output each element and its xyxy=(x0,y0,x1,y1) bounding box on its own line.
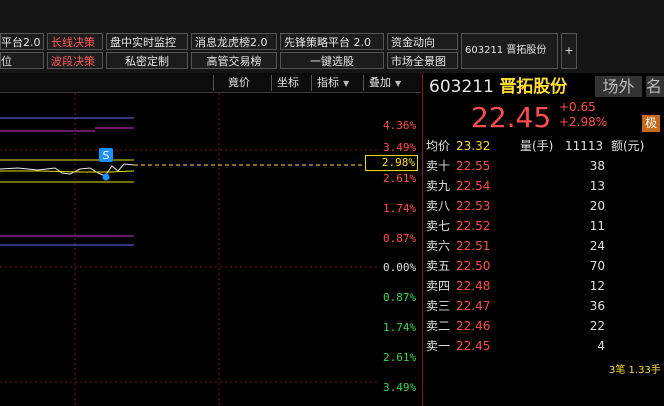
indicator-label: 指标 xyxy=(317,76,339,89)
ask-row[interactable]: 卖一 22.45 4 xyxy=(423,336,664,356)
ask-row[interactable]: 卖六 22.51 24 xyxy=(423,236,664,256)
add-tab-button[interactable]: + xyxy=(561,33,577,69)
ask-row[interactable]: 卖三 22.47 36 xyxy=(423,296,664,316)
price-line xyxy=(0,163,135,177)
ask-row[interactable]: 卖八 22.53 20 xyxy=(423,196,664,216)
ask-volume: 36 xyxy=(589,299,605,313)
signal-badge-label: S xyxy=(103,149,110,162)
summary-row: 均价 23.32 量(手) 11113 额(元) xyxy=(423,136,664,156)
intraday-chart[interactable]: S xyxy=(0,93,380,406)
ask-price: 22.47 xyxy=(456,299,491,313)
level-badge: 极 xyxy=(642,115,660,132)
pct-label: 4.36% xyxy=(383,119,417,132)
pct-label: 3.49% xyxy=(383,141,417,154)
quote-panel: 603211 晋拓股份 场外 名 22.45 +0.65 +2.98% 极 均价… xyxy=(422,73,664,406)
ask-level-label: 卖六 xyxy=(426,239,451,253)
avg-price-value: 23.32 xyxy=(456,139,491,153)
pct-label: 1.74% xyxy=(383,321,417,334)
ask-price: 22.52 xyxy=(456,219,491,233)
overlay-dropdown[interactable]: 叠加 ▼ xyxy=(363,75,419,91)
pct-label: 1.74% xyxy=(383,202,417,215)
ask-volume: 11 xyxy=(589,219,605,233)
toolbar-fund-flow-button[interactable]: 资金动向 xyxy=(387,33,458,50)
chevron-down-icon: ▼ xyxy=(395,79,402,88)
ask-level-label: 卖八 xyxy=(426,199,451,213)
ask-level-label: 卖一 xyxy=(426,339,451,353)
toolbar-platform-button[interactable]: 平台2.0 xyxy=(0,33,44,50)
trade-footer: 3笔 1.33手 xyxy=(609,365,661,376)
pct-label: 0.87% xyxy=(383,291,417,304)
indicator-dropdown[interactable]: 指标 ▼ xyxy=(311,75,363,91)
stock-code: 603211 xyxy=(429,77,494,97)
toolbar-swing-button[interactable]: 波段决策 xyxy=(47,52,103,69)
ask-level-label: 卖七 xyxy=(426,219,451,233)
ask-price: 22.53 xyxy=(456,199,491,213)
price-change: +0.65 xyxy=(559,100,596,114)
stock-title: 603211 晋拓股份 xyxy=(429,76,568,97)
ask-volume: 38 xyxy=(589,159,605,173)
tab-name[interactable]: 名 xyxy=(646,76,664,97)
last-price: 22.45 xyxy=(471,101,552,134)
ask-price: 22.46 xyxy=(456,319,491,333)
current-pct-marker: 2.98% xyxy=(365,155,418,171)
pct-label: 3.49% xyxy=(383,381,417,394)
ask-level-label: 卖二 xyxy=(426,319,451,333)
chevron-down-icon: ▼ xyxy=(343,79,350,88)
chart-toolbar: 竟价 坐标 指标 ▼ 叠加 ▼ xyxy=(0,73,421,93)
toolbar-quick-select-button[interactable]: 一键选股 xyxy=(280,52,384,69)
ask-volume: 4 xyxy=(597,339,605,353)
tab-outside-market[interactable]: 场外 xyxy=(595,76,642,97)
pct-label: 0.87% xyxy=(383,232,417,245)
ask-volume: 24 xyxy=(589,239,605,253)
stock-tab[interactable]: 603211 晋拓股份 xyxy=(461,33,558,69)
ask-level-label: 卖四 xyxy=(426,279,451,293)
ask-row[interactable]: 卖四 22.48 12 xyxy=(423,276,664,296)
ask-price: 22.48 xyxy=(456,279,491,293)
volume-label: 量(手) xyxy=(520,139,554,153)
ask-row[interactable]: 卖七 22.52 11 xyxy=(423,216,664,236)
toolbar-executive-button[interactable]: 高管交易榜 xyxy=(191,52,277,69)
ask-level-label: 卖九 xyxy=(426,179,451,193)
ask-price: 22.54 xyxy=(456,179,491,193)
volume-value: 11113 xyxy=(565,139,604,153)
pct-label: 2.61% xyxy=(383,351,417,364)
ask-volume: 70 xyxy=(589,259,605,273)
toolbar-market-map-button[interactable]: 市场全景图 xyxy=(387,52,458,69)
coordinate-button[interactable]: 坐标 xyxy=(271,75,311,91)
stock-name: 晋拓股份 xyxy=(499,77,568,97)
ask-row[interactable]: 卖十 22.55 38 xyxy=(423,156,664,176)
top-toolbar: 平台2.0 长线决策 盘中实时监控 消息龙虎榜2.0 先锋策略平台 2.0 资金… xyxy=(0,0,664,73)
overlay-label: 叠加 xyxy=(369,76,391,89)
average-price-line xyxy=(0,170,135,173)
toolbar-strategy-button[interactable]: 先锋策略平台 2.0 xyxy=(280,33,384,50)
ask-row[interactable]: 卖九 22.54 13 xyxy=(423,176,664,196)
ask-volume: 12 xyxy=(589,279,605,293)
pct-label: 0.00% xyxy=(383,261,417,274)
ask-price: 22.50 xyxy=(456,259,491,273)
toolbar-position-button[interactable]: 位 xyxy=(0,52,44,69)
ask-volume: 20 xyxy=(589,199,605,213)
ask-level-label: 卖十 xyxy=(426,159,451,173)
ask-price: 22.51 xyxy=(456,239,491,253)
ask-price: 22.45 xyxy=(456,339,491,353)
avg-price-label: 均价 xyxy=(426,139,451,153)
ask-level-label: 卖三 xyxy=(426,299,451,313)
ask-volume: 13 xyxy=(589,179,605,193)
amount-label: 额(元) xyxy=(611,139,645,153)
ask-row[interactable]: 卖五 22.50 70 xyxy=(423,256,664,276)
toolbar-private-button[interactable]: 私密定制 xyxy=(106,52,188,69)
toolbar-monitor-button[interactable]: 盘中实时监控 xyxy=(106,33,188,50)
price-change-pct: +2.98% xyxy=(559,115,608,129)
auction-price-button[interactable]: 竟价 xyxy=(213,75,271,91)
signal-dot-icon xyxy=(102,173,110,181)
pct-label: 2.61% xyxy=(383,172,417,185)
ask-price: 22.55 xyxy=(456,159,491,173)
toolbar-dragon-tiger-button[interactable]: 消息龙虎榜2.0 xyxy=(191,33,277,50)
ask-row[interactable]: 卖二 22.46 22 xyxy=(423,316,664,336)
ask-level-label: 卖五 xyxy=(426,259,451,273)
toolbar-longterm-button[interactable]: 长线决策 xyxy=(47,33,103,50)
ask-volume: 22 xyxy=(589,319,605,333)
